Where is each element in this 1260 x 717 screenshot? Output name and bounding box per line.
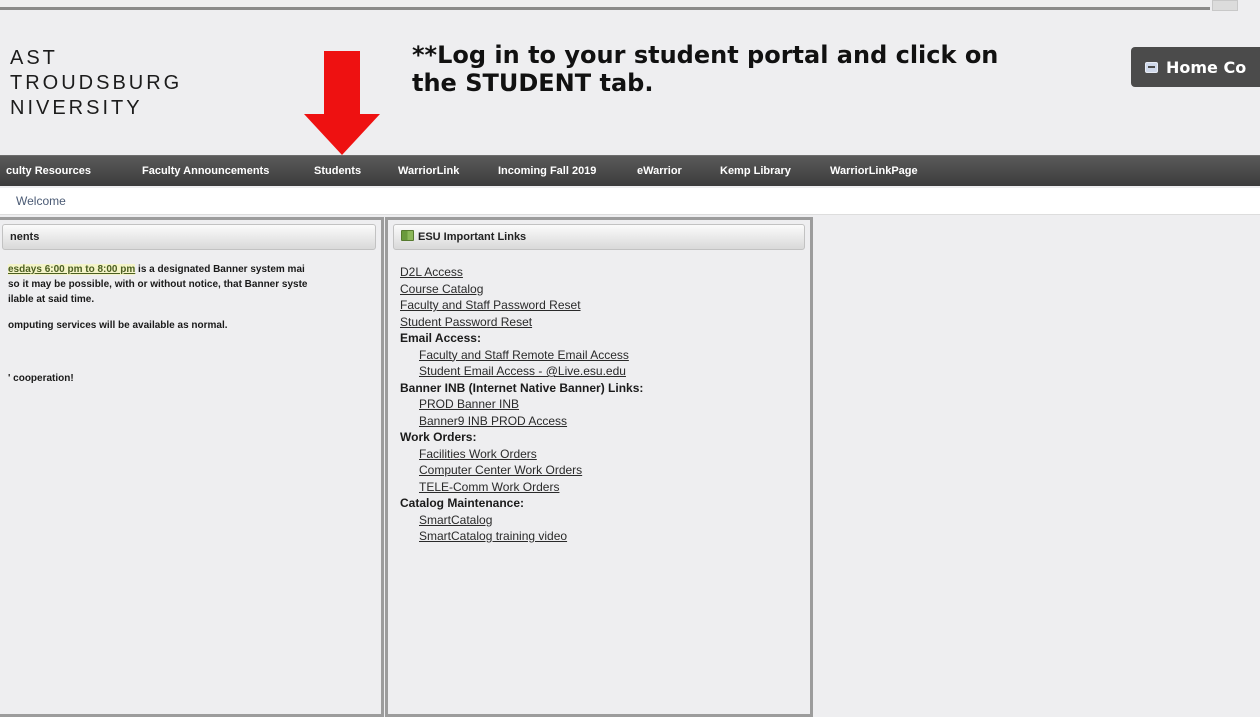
university-logo[interactable]: AST TROUDSBURG NIVERSITY [10, 46, 182, 121]
nav-tab-incoming-fall-2019[interactable]: Incoming Fall 2019 [498, 156, 596, 186]
link-smartcatalog[interactable]: SmartCatalog [419, 512, 643, 529]
top-border-line [0, 7, 1210, 10]
announcement-line-1: esdays 6:00 pm to 8:00 pm is a designate… [8, 262, 383, 277]
link-telecomm-work-orders[interactable]: TELE-Comm Work Orders [419, 479, 643, 496]
announcements-panel-header: nents [2, 224, 376, 250]
maintenance-window-link[interactable]: esdays 6:00 pm to 8:00 pm [8, 264, 136, 275]
email-access-heading: Email Access: [400, 331, 481, 345]
instruction-line-2: the STUDENT tab. [412, 69, 654, 97]
announcement-line-3: ilable at said time. [8, 294, 95, 305]
link-faculty-password-reset[interactable]: Faculty and Staff Password Reset [400, 297, 643, 314]
announcement-line-4: omputing services will be available as n… [8, 320, 228, 331]
logo-line-3: NIVERSITY [10, 97, 143, 119]
link-computer-center-work-orders[interactable]: Computer Center Work Orders [419, 462, 643, 479]
breadcrumb-welcome[interactable]: Welcome [16, 194, 66, 208]
links-widget-icon [401, 230, 414, 241]
link-prod-banner-inb[interactable]: PROD Banner INB [419, 396, 643, 413]
link-facilities-work-orders[interactable]: Facilities Work Orders [419, 446, 643, 463]
important-links-list: D2L Access Course Catalog Faculty and St… [400, 264, 643, 545]
red-arrow-down-icon [304, 51, 380, 155]
top-corner-tab [1212, 0, 1238, 11]
instruction-annotation: **Log in to your student portal and clic… [412, 42, 1072, 97]
breadcrumb-bar: Welcome [0, 188, 1260, 215]
link-student-email[interactable]: Student Email Access - @Live.esu.edu [419, 363, 643, 380]
logo-line-1: AST [10, 47, 58, 69]
logo-line-2: TROUDSBURG [10, 72, 183, 94]
home-button[interactable]: Home Co [1131, 47, 1260, 87]
nav-tab-ewarrior[interactable]: eWarrior [637, 156, 682, 186]
nav-tab-faculty-resources[interactable]: culty Resources [6, 156, 91, 186]
link-banner9-inb[interactable]: Banner9 INB PROD Access [419, 413, 643, 430]
catalog-maintenance-heading: Catalog Maintenance: [400, 496, 525, 510]
important-links-panel-header: ESU Important Links [393, 224, 805, 250]
home-button-label: Home Co [1166, 57, 1247, 77]
announcements-body: esdays 6:00 pm to 8:00 pm is a designate… [8, 262, 383, 386]
home-icon [1145, 61, 1158, 73]
nav-tab-students[interactable]: Students [314, 156, 361, 186]
announcement-line-1-rest: is a designated Banner system mai [135, 264, 305, 275]
nav-tab-kemp-library[interactable]: Kemp Library [720, 156, 791, 186]
work-orders-heading: Work Orders: [400, 430, 477, 444]
important-links-title: ESU Important Links [418, 231, 527, 243]
banner-links-heading: Banner INB (Internet Native Banner) Link… [400, 380, 644, 395]
nav-tab-warriorlinkpage[interactable]: WarriorLinkPage [830, 156, 918, 186]
main-nav-bar: culty Resources Faculty Announcements St… [0, 155, 1260, 186]
link-course-catalog[interactable]: Course Catalog [400, 281, 643, 298]
announcement-line-2: so it may be possible, with or without n… [8, 279, 308, 290]
link-d2l-access[interactable]: D2L Access [400, 264, 643, 281]
link-student-password-reset[interactable]: Student Password Reset [400, 314, 643, 331]
announcement-line-5: ' cooperation! [8, 373, 74, 384]
instruction-line-1: **Log in to your student portal and clic… [412, 41, 999, 69]
nav-tab-faculty-announcements[interactable]: Faculty Announcements [142, 156, 269, 186]
link-smartcatalog-video[interactable]: SmartCatalog training video [419, 528, 643, 545]
link-faculty-remote-email[interactable]: Faculty and Staff Remote Email Access [419, 347, 643, 364]
nav-tab-warriorlink[interactable]: WarriorLink [398, 156, 459, 186]
